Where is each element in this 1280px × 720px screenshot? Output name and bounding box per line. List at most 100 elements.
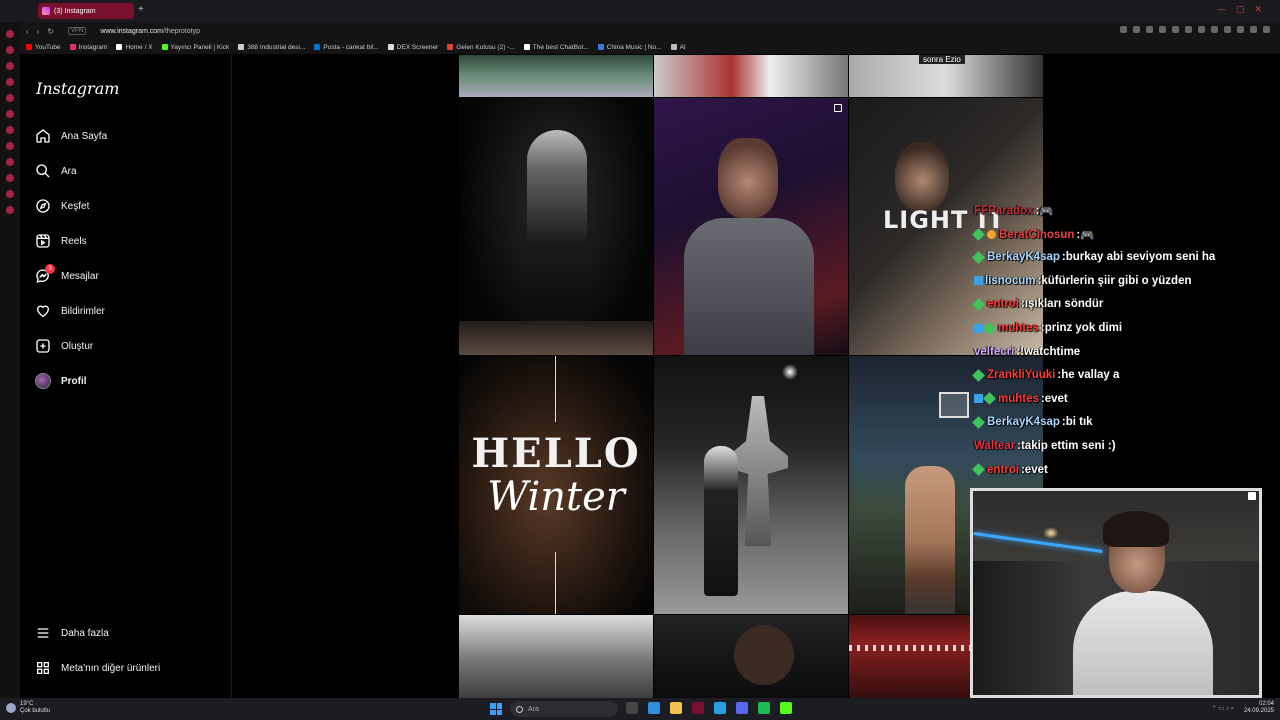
- nav-home[interactable]: Ana Sayfa: [35, 125, 107, 147]
- post-thumbnail[interactable]: [459, 98, 653, 355]
- opera-icon[interactable]: [692, 702, 704, 714]
- chat-username[interactable]: Waltear: [974, 440, 1015, 452]
- chat-username[interactable]: muhtes: [998, 393, 1039, 405]
- sidebar-app-icon[interactable]: [6, 190, 14, 198]
- nav-meta-products[interactable]: Meta'nın diğer ürünleri: [35, 657, 160, 679]
- bookmark-item[interactable]: Yayıncı Paneli | Kick: [161, 44, 229, 51]
- extension-icon[interactable]: [1250, 26, 1257, 33]
- chat-username[interactable]: BerkayK4sap: [987, 251, 1060, 263]
- chat-username[interactable]: entroi: [987, 464, 1019, 476]
- chat-username[interactable]: BerkayK4sap: [987, 416, 1060, 428]
- bookmark-item[interactable]: The best ChatBot...: [523, 44, 589, 51]
- task-view-icon[interactable]: [626, 702, 638, 714]
- chat-username[interactable]: BeratCinosun: [999, 229, 1074, 241]
- clock[interactable]: 02:04 24.09.2025: [1244, 701, 1274, 715]
- extension-icon[interactable]: [1263, 26, 1270, 33]
- new-tab-button[interactable]: +: [138, 4, 144, 15]
- close-icon[interactable]: [1248, 492, 1256, 500]
- extension-icon[interactable]: [1146, 26, 1153, 33]
- photo-hoop: [939, 392, 969, 418]
- nav-notifications[interactable]: Bildirimler: [35, 300, 105, 322]
- taskbar-search[interactable]: Ara: [510, 701, 618, 717]
- extension-icon[interactable]: [1133, 26, 1140, 33]
- photo-figure: [905, 466, 955, 614]
- moderator-badge-icon: [974, 394, 983, 404]
- telegram-icon[interactable]: [714, 702, 726, 714]
- extension-icon[interactable]: [1120, 26, 1127, 33]
- photo-ground: [459, 321, 653, 355]
- instagram-favicon-icon: [42, 7, 50, 15]
- extension-icon[interactable]: [1224, 26, 1231, 33]
- sidebar-app-icon[interactable]: [6, 206, 14, 214]
- chat-username[interactable]: velfecri: [974, 346, 1014, 358]
- app-icon[interactable]: [758, 702, 770, 714]
- sidebar-app-icon[interactable]: [6, 158, 14, 166]
- system-tray-icons[interactable]: ⌃ ▭ ♪ ⌁: [1212, 705, 1234, 712]
- nav-profile[interactable]: Profil: [35, 370, 87, 392]
- windows-start-icon[interactable]: [490, 703, 502, 715]
- chat-username[interactable]: muhtes: [998, 322, 1039, 334]
- sidebar-app-icon[interactable]: [6, 46, 14, 54]
- tab-instagram[interactable]: (3) Instagram: [38, 3, 134, 19]
- window-controls[interactable]: —▢✕: [1217, 4, 1272, 15]
- extension-icon[interactable]: [1172, 26, 1179, 33]
- extension-icon[interactable]: [1159, 26, 1166, 33]
- edge-icon[interactable]: [648, 702, 660, 714]
- sidebar-app-icon[interactable]: [6, 174, 14, 182]
- post-thumbnail[interactable]: [459, 55, 653, 97]
- bookmark-item[interactable]: 388 Industrial desi...: [238, 44, 305, 51]
- nav-explore[interactable]: Keşfet: [35, 195, 89, 217]
- extension-icon[interactable]: [1198, 26, 1205, 33]
- sidebar-app-icon[interactable]: [6, 94, 14, 102]
- bookmark-item[interactable]: China Music | No...: [597, 44, 662, 51]
- chat-username[interactable]: entroi: [987, 298, 1019, 310]
- chat-text: prinz yok dimi: [1044, 322, 1123, 334]
- bookmark-item[interactable]: Gelen Kutusu (2) -...: [447, 44, 515, 51]
- nav-search[interactable]: Ara: [35, 160, 77, 182]
- nav-buttons[interactable]: ‹›↻: [26, 27, 62, 36]
- nav-reels[interactable]: Reels: [35, 230, 87, 252]
- post-thumbnail[interactable]: [654, 356, 848, 614]
- bookmark-item[interactable]: Instagram: [69, 44, 107, 51]
- bookmark-item[interactable]: DEX Screener: [387, 44, 438, 51]
- sidebar-app-icon[interactable]: [6, 30, 14, 38]
- nav-messages[interactable]: 3 Mesajlar: [35, 264, 99, 287]
- bookmark-item[interactable]: AI: [670, 44, 686, 51]
- bookmark-item[interactable]: Home / X: [116, 44, 153, 51]
- webcam-overlay: [970, 488, 1262, 698]
- weather-widget[interactable]: 19°C Çok bulutlu: [6, 701, 50, 715]
- vpn-badge[interactable]: VPN: [68, 27, 87, 35]
- post-thumbnail[interactable]: [654, 55, 848, 97]
- bookmark-item[interactable]: Posta - cankat bil...: [314, 44, 379, 51]
- extension-icon[interactable]: [1185, 26, 1192, 33]
- post-thumbnail[interactable]: sonra Ezio: [849, 55, 1043, 97]
- extension-icon[interactable]: [1211, 26, 1218, 33]
- bookmark-item[interactable]: YouTube: [26, 44, 61, 51]
- kick-icon[interactable]: [780, 702, 792, 714]
- post-thumbnail[interactable]: [654, 98, 848, 355]
- post-thumbnail[interactable]: [654, 615, 848, 698]
- chat-username[interactable]: lisnocum: [985, 275, 1035, 287]
- sidebar-app-icon[interactable]: [6, 126, 14, 134]
- post-thumbnail[interactable]: [459, 615, 653, 698]
- file-explorer-icon[interactable]: [670, 702, 682, 714]
- sidebar-app-icon[interactable]: [6, 110, 14, 118]
- extension-icon[interactable]: [1237, 26, 1244, 33]
- sidebar-app-icon[interactable]: [6, 62, 14, 70]
- photo-figure: [684, 218, 814, 355]
- post-thumbnail[interactable]: HELLO Winter: [459, 356, 653, 614]
- discord-icon[interactable]: [736, 702, 748, 714]
- sidebar-app-icon[interactable]: [6, 78, 14, 86]
- sidebar-app-icon[interactable]: [6, 142, 14, 150]
- chat-username[interactable]: ZrankliYuuki: [987, 369, 1055, 381]
- subscriber-gem-icon: [972, 298, 985, 311]
- nav-label: Bildirimler: [61, 305, 105, 317]
- date: 24.09.2025: [1243, 708, 1274, 714]
- nav-create[interactable]: Oluştur: [35, 335, 93, 357]
- bookmark-favicon-icon: [238, 44, 245, 50]
- nav-more[interactable]: Daha fazla: [35, 622, 109, 644]
- search-placeholder: Ara: [528, 705, 539, 713]
- url-field[interactable]: www.instagram.com/theprototyp: [100, 28, 200, 35]
- instagram-logo[interactable]: Instagram: [36, 79, 119, 98]
- chat-username[interactable]: FFParadox: [974, 205, 1033, 217]
